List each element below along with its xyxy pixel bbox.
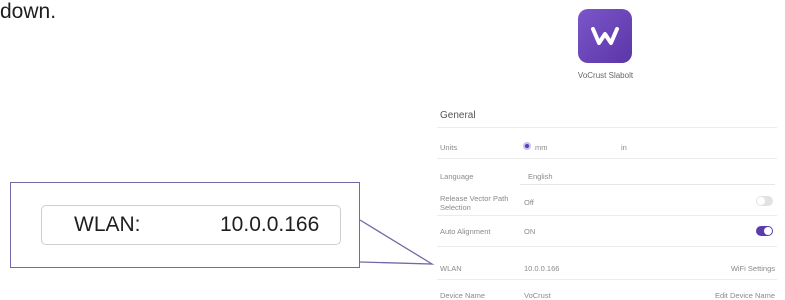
row-divider — [437, 279, 777, 280]
section-divider — [437, 127, 777, 128]
language-label: Language — [440, 172, 474, 181]
wlan-callout: WLAN: 10.0.0.166 — [10, 182, 360, 268]
auto-alignment-label: Auto Alignment — [440, 227, 491, 236]
flat-detect-toggle[interactable] — [756, 196, 773, 206]
row-divider — [437, 215, 777, 216]
units-option-mm: mm — [535, 143, 548, 152]
language-select-underline — [520, 184, 775, 185]
units-label: Units — [440, 143, 458, 152]
edit-device-name-link[interactable]: Edit Device Name — [680, 291, 775, 300]
units-radio-mm[interactable] — [523, 142, 531, 150]
wlan-callout-field: WLAN: 10.0.0.166 — [41, 205, 341, 245]
device-name-label: Device Name — [440, 291, 486, 300]
row-divider — [437, 158, 777, 159]
row-divider — [437, 246, 777, 247]
wlan-callout-value: 10.0.0.166 — [220, 213, 320, 236]
app-name: VoCrust Slabolt — [577, 71, 634, 80]
wlan-label: WLAN — [440, 264, 462, 273]
units-option-in: in — [621, 143, 627, 152]
section-title-general: General — [440, 110, 476, 121]
language-select[interactable]: English — [528, 172, 553, 181]
wifi-settings-link[interactable]: WiFi Settings — [700, 264, 775, 273]
wlan-value: 10.0.0.166 — [524, 264, 560, 273]
app-logo-icon — [578, 9, 632, 63]
flat-detect-label-line2: Selection — [440, 203, 471, 212]
flat-detect-value: Off — [524, 198, 534, 207]
auto-alignment-value: ON — [524, 227, 536, 236]
device-name-value: VoCrust — [524, 291, 551, 300]
auto-alignment-toggle[interactable] — [756, 226, 773, 236]
flat-detect-label-line1: Release Vector Path — [440, 194, 509, 203]
wlan-callout-label: WLAN: — [74, 213, 141, 236]
